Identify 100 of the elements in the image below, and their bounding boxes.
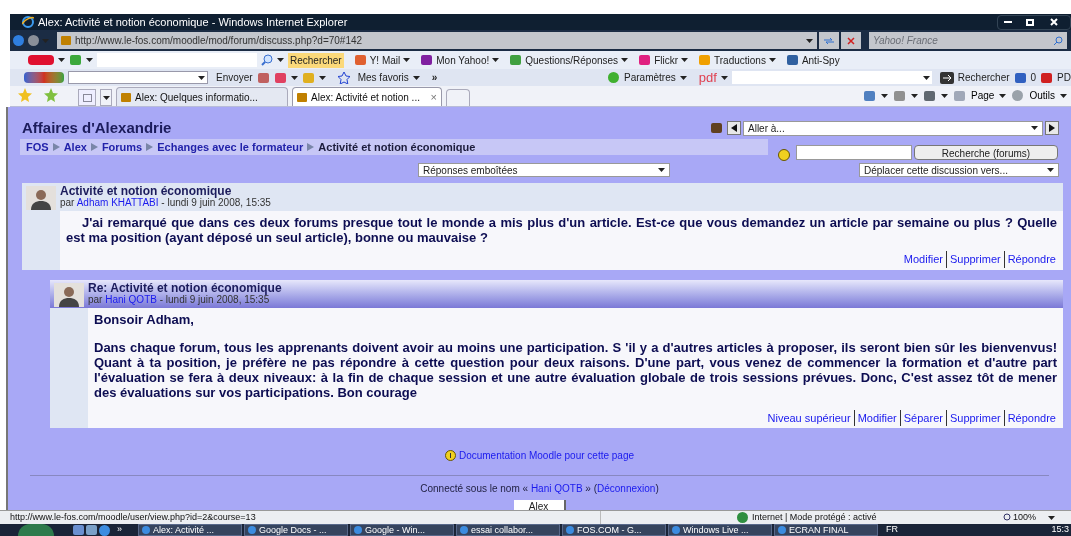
caret-icon[interactable] xyxy=(720,75,728,80)
breadcrumb-link[interactable]: FOS xyxy=(26,138,49,156)
post-action-link[interactable]: Répondre xyxy=(1003,409,1059,426)
quick-launch-icon[interactable] xyxy=(98,524,111,536)
arrow-icon[interactable] xyxy=(939,71,954,84)
toolbar-item[interactable]: PD xyxy=(1057,70,1071,85)
settings-menu[interactable]: Paramètres xyxy=(624,70,676,85)
caret-icon[interactable] xyxy=(318,75,326,80)
google-search-field[interactable] xyxy=(68,71,208,84)
toolbar-item[interactable]: Traductions xyxy=(714,52,766,68)
quick-launch-icon[interactable] xyxy=(72,524,85,536)
author-link[interactable]: Adham KHATTABI xyxy=(76,197,159,208)
taskbar-button[interactable]: Google Docs - ... xyxy=(244,524,348,536)
toolbar-item-icon[interactable] xyxy=(256,71,270,84)
breadcrumb-link[interactable]: Forums xyxy=(101,138,143,156)
tab-close-button[interactable]: × xyxy=(430,88,437,106)
caret-icon[interactable] xyxy=(621,58,629,62)
page-menu[interactable]: Page xyxy=(971,88,995,103)
breadcrumb-link[interactable]: Alex xyxy=(63,138,87,156)
caret-icon[interactable] xyxy=(290,75,298,80)
caret-icon[interactable] xyxy=(999,93,1007,98)
quick-launch-icon[interactable] xyxy=(85,524,98,536)
caret-icon[interactable] xyxy=(681,58,688,62)
post-action-link[interactable]: Modifier xyxy=(853,409,900,426)
caret-icon[interactable] xyxy=(277,58,284,62)
search-icon[interactable] xyxy=(261,54,273,66)
tab-list-button[interactable] xyxy=(100,89,112,106)
toolbar-item[interactable]: Flickr xyxy=(654,52,678,68)
more-button[interactable]: » xyxy=(431,70,438,85)
taskbar-button[interactable]: ECRAN FINAL xyxy=(774,524,878,536)
toolbar-item-icon[interactable] xyxy=(1013,71,1027,84)
toolbar-item[interactable]: Questions/Réponses xyxy=(525,52,619,68)
post-action-link[interactable]: Supprimer xyxy=(945,251,1004,268)
browser-tab[interactable]: Alex: Activité et notion ... × xyxy=(292,87,442,106)
caret-icon[interactable] xyxy=(679,75,687,80)
previous-button[interactable] xyxy=(727,121,741,135)
toolbar-item[interactable]: Anti-Spy xyxy=(801,52,840,68)
logout-link[interactable]: Déconnexion xyxy=(597,483,656,494)
toolbar-item-icon[interactable] xyxy=(420,54,434,66)
caret-icon[interactable] xyxy=(1060,93,1067,98)
language-indicator[interactable]: FR xyxy=(886,524,898,536)
caret-icon[interactable] xyxy=(941,93,949,98)
address-field[interactable]: http://www.le-fos.com/moodle/mod/forum/discuss.php?d=70#142 xyxy=(57,32,817,49)
caret-icon[interactable] xyxy=(86,58,93,62)
zoom-level[interactable]: 100% xyxy=(1013,510,1037,525)
caret-icon[interactable] xyxy=(922,75,930,80)
toolbar-item-icon[interactable] xyxy=(638,54,652,66)
caret-icon[interactable] xyxy=(768,58,776,62)
caret-icon[interactable] xyxy=(806,38,813,43)
move-discussion-select[interactable]: Déplacer cette discussion vers... xyxy=(859,163,1059,177)
tools-menu[interactable]: Outils xyxy=(1029,88,1055,103)
search-icon[interactable] xyxy=(1053,35,1063,46)
caret-icon[interactable] xyxy=(1031,126,1038,130)
toolbar-item-icon[interactable] xyxy=(509,54,523,66)
post-action-link[interactable]: Répondre xyxy=(1003,251,1059,268)
browser-tab[interactable]: Alex: Quelques informatio... xyxy=(116,87,288,106)
next-button[interactable] xyxy=(1045,121,1059,135)
caret-icon[interactable] xyxy=(881,93,889,98)
caret-icon[interactable] xyxy=(198,75,205,80)
jump-select[interactable]: Aller à... xyxy=(743,120,1043,136)
caret-icon[interactable] xyxy=(102,95,110,100)
post-action-link[interactable]: Niveau supérieur xyxy=(764,409,854,426)
caret-icon[interactable] xyxy=(911,93,919,98)
breadcrumb-link[interactable]: Echanges avec le formateur xyxy=(157,138,304,156)
taskbar-button[interactable]: Windows Live ... xyxy=(668,524,772,536)
favorites-menu[interactable]: Mes favoris xyxy=(357,70,409,85)
display-mode-select[interactable]: Réponses emboîtées xyxy=(418,163,670,177)
forum-search-button[interactable]: Recherche (forums) xyxy=(914,144,1058,160)
caret-icon[interactable] xyxy=(658,168,665,172)
toolbar-item-icon[interactable] xyxy=(353,54,367,66)
star-icon[interactable] xyxy=(337,71,350,84)
post-action-link[interactable]: Séparer xyxy=(899,409,946,426)
send-button[interactable]: Envoyer xyxy=(216,70,253,85)
documentation-link[interactable]: Documentation Moodle pour cette page xyxy=(458,448,635,463)
forum-search-field[interactable] xyxy=(796,144,912,160)
toolbar-item-icon[interactable] xyxy=(785,54,799,66)
star-icon[interactable] xyxy=(18,88,32,102)
toolbar-search-button[interactable]: Rechercher xyxy=(288,52,344,68)
taskbar-button[interactable]: Google - Win... xyxy=(350,524,454,536)
caret-icon[interactable] xyxy=(403,58,411,62)
toolbar-item[interactable]: Y! Mail xyxy=(369,52,401,68)
start-button[interactable] xyxy=(18,524,54,536)
caret-icon[interactable] xyxy=(1047,168,1054,172)
user-link[interactable]: Hani QOTB xyxy=(530,483,583,494)
caret-icon[interactable] xyxy=(58,58,65,62)
caret-icon[interactable] xyxy=(412,75,420,80)
pdf-search-field[interactable] xyxy=(731,71,932,84)
taskbar-button[interactable]: Alex: Activité ... xyxy=(138,524,242,536)
stop-button[interactable] xyxy=(841,32,861,49)
more-button[interactable]: » xyxy=(117,524,122,536)
post-action-link[interactable]: Supprimer xyxy=(945,409,1004,426)
taskbar-button[interactable]: essai collabor... xyxy=(456,524,560,536)
caret-icon[interactable] xyxy=(1048,515,1056,520)
search-button[interactable]: Rechercher xyxy=(957,70,1010,85)
taskbar-button[interactable]: FOS.COM - G... xyxy=(562,524,666,536)
author-link[interactable]: Hani QOTB xyxy=(105,293,157,305)
post-action-link[interactable]: Modifier xyxy=(900,251,946,268)
caret-icon[interactable] xyxy=(492,58,500,62)
toolbar-item[interactable]: Mon Yahoo! xyxy=(436,52,490,68)
help-icon[interactable] xyxy=(778,149,790,161)
